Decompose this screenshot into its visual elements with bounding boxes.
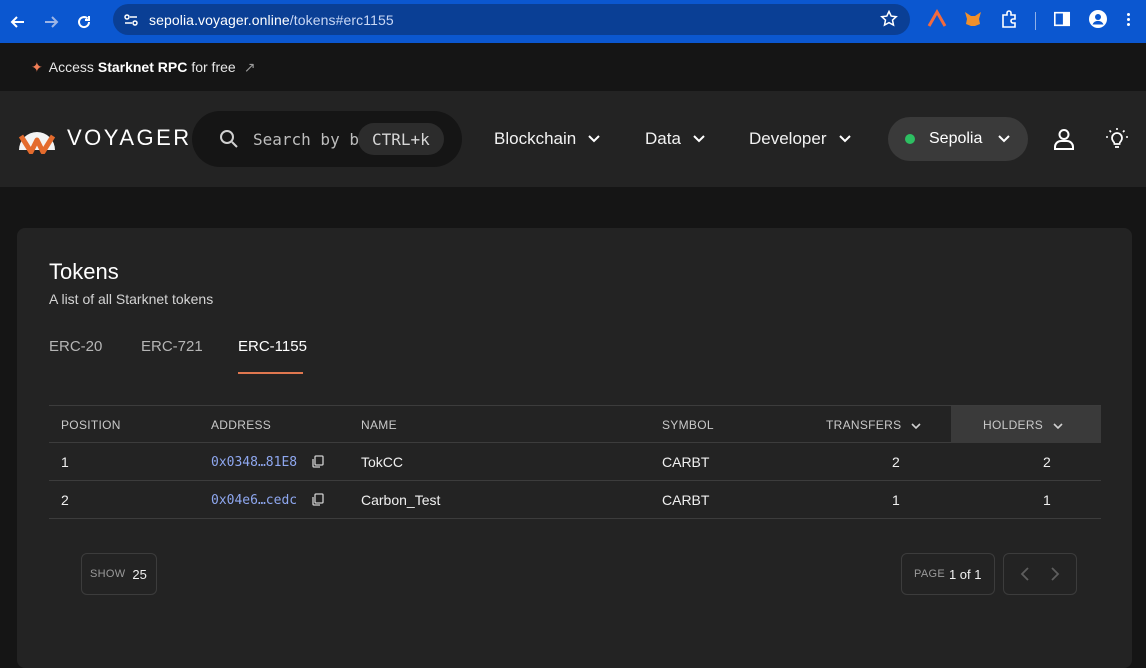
cell-symbol: CARBT (662, 454, 710, 470)
url-path: /tokens#erc1155 (289, 11, 394, 28)
tokens-card: Tokens A list of all Starknet tokens ERC… (17, 228, 1132, 668)
logo-text: VOYAGER (67, 125, 192, 150)
search-shortcut-badge: CTRL+k (358, 123, 444, 155)
page-title: Tokens (49, 259, 119, 284)
chevron-down-icon (693, 135, 705, 143)
table-row[interactable]: 1 0x0348…81E8 TokCC CARBT 2 2 (49, 443, 1101, 481)
profile-icon[interactable] (1086, 7, 1110, 31)
cell-name: TokCC (361, 454, 404, 470)
column-holders[interactable]: HOLDERS (983, 418, 1063, 432)
tab-erc1155[interactable]: ERC-1155 (238, 338, 307, 355)
pagination-controls (1003, 553, 1077, 595)
extension-argent-icon[interactable] (925, 7, 949, 31)
column-name: NAME (361, 418, 397, 432)
column-holders-label: HOLDERS (983, 418, 1044, 432)
tab-erc721[interactable]: ERC-721 (141, 338, 203, 355)
promo-highlight: Starknet RPC (97, 59, 188, 75)
menu-blockchain[interactable]: Blockchain (494, 129, 600, 149)
cell-address-link[interactable]: 0x04e6…cedc (211, 493, 297, 508)
cell-position: 1 (61, 454, 69, 470)
user-account-icon[interactable] (1053, 128, 1075, 150)
network-status-dot (905, 134, 915, 144)
browser-menu-icon[interactable] (1120, 7, 1136, 31)
search-box[interactable]: Search by b CTRL+k (192, 111, 462, 167)
rpc-promo-banner[interactable]: ✦ Access Starknet RPC for free ↗ (0, 43, 1146, 91)
show-value: 25 (132, 566, 147, 582)
column-address: ADDRESS (211, 418, 272, 432)
page-subtitle: A list of all Starknet tokens (49, 291, 214, 307)
site-settings-icon[interactable] (121, 10, 141, 30)
page-value: 1 of 1 (948, 566, 982, 582)
back-icon[interactable] (3, 7, 33, 37)
cell-holders: 2 (1043, 454, 1051, 470)
network-selector[interactable]: Sepolia (888, 117, 1028, 161)
column-transfers-label: TRANSFERS (826, 418, 902, 432)
cell-transfers: 1 (892, 492, 900, 508)
site-header: VOYAGER Search by b CTRL+k Blockchain Da… (0, 91, 1146, 187)
promo-prefix: Access (48, 59, 94, 75)
copy-icon[interactable] (311, 455, 324, 468)
search-input[interactable]: Search by b (253, 130, 358, 149)
cell-name: Carbon_Test (361, 492, 441, 508)
url-host: sepolia.voyager.online (149, 11, 290, 28)
table-row[interactable]: 2 0x04e6…cedc Carbon_Test CARBT 1 1 (49, 481, 1101, 519)
menu-data[interactable]: Data (645, 129, 705, 149)
voyager-logo[interactable]: VOYAGER (17, 122, 192, 154)
menu-developer-label: Developer (749, 129, 827, 148)
cell-transfers: 2 (892, 454, 900, 470)
column-transfers[interactable]: TRANSFERS (826, 418, 921, 432)
chevron-down-icon (1053, 423, 1063, 429)
table-header: POSITION ADDRESS NAME SYMBOL TRANSFERS H… (49, 405, 1101, 443)
menu-blockchain-label: Blockchain (494, 129, 577, 148)
cell-address-link[interactable]: 0x0348…81E8 (211, 455, 297, 470)
chevron-down-icon (911, 423, 921, 429)
reload-icon[interactable] (69, 7, 99, 37)
forward-icon[interactable] (36, 7, 66, 37)
copy-icon[interactable] (311, 493, 324, 506)
chevron-down-icon (838, 135, 851, 143)
tab-erc20[interactable]: ERC-20 (49, 338, 102, 355)
bookmark-star-icon[interactable] (880, 9, 898, 33)
chevron-down-icon (998, 135, 1010, 143)
address-bar[interactable]: sepolia.voyager.online/tokens#erc1155 (113, 4, 910, 35)
cell-symbol: CARBT (662, 492, 710, 508)
previous-page-icon[interactable] (1020, 567, 1030, 581)
menu-data-label: Data (645, 129, 681, 148)
promo-suffix: for free (191, 59, 236, 75)
side-panel-icon[interactable] (1050, 7, 1074, 31)
url-text: sepolia.voyager.online/tokens#erc1155 (149, 12, 394, 28)
chevron-down-icon (588, 135, 600, 143)
rows-per-page-select[interactable]: SHOW 25 (81, 553, 157, 595)
theme-lightbulb-icon[interactable] (1105, 127, 1129, 151)
cell-position: 2 (61, 492, 69, 508)
network-label: Sepolia (929, 130, 983, 147)
voyager-logo-icon (18, 132, 56, 154)
toolbar-divider (1035, 12, 1036, 30)
extensions-puzzle-icon[interactable] (997, 7, 1021, 31)
active-tab-indicator (238, 372, 303, 374)
next-page-icon[interactable] (1050, 567, 1060, 581)
menu-developer[interactable]: Developer (749, 129, 851, 149)
show-label: SHOW (90, 568, 126, 580)
external-arrow-icon: ↗ (243, 58, 256, 75)
column-symbol: SYMBOL (662, 418, 714, 432)
sparkle-icon: ✦ (31, 58, 43, 75)
column-position: POSITION (61, 418, 121, 432)
browser-toolbar: sepolia.voyager.online/tokens#erc1155 (0, 0, 1146, 43)
search-icon (220, 130, 238, 148)
cell-holders: 1 (1043, 492, 1051, 508)
page-label: PAGE (914, 568, 945, 580)
extension-metamask-icon[interactable] (961, 7, 985, 31)
tokens-table: POSITION ADDRESS NAME SYMBOL TRANSFERS H… (49, 405, 1101, 519)
page-indicator: PAGE 1 of 1 (901, 553, 995, 595)
